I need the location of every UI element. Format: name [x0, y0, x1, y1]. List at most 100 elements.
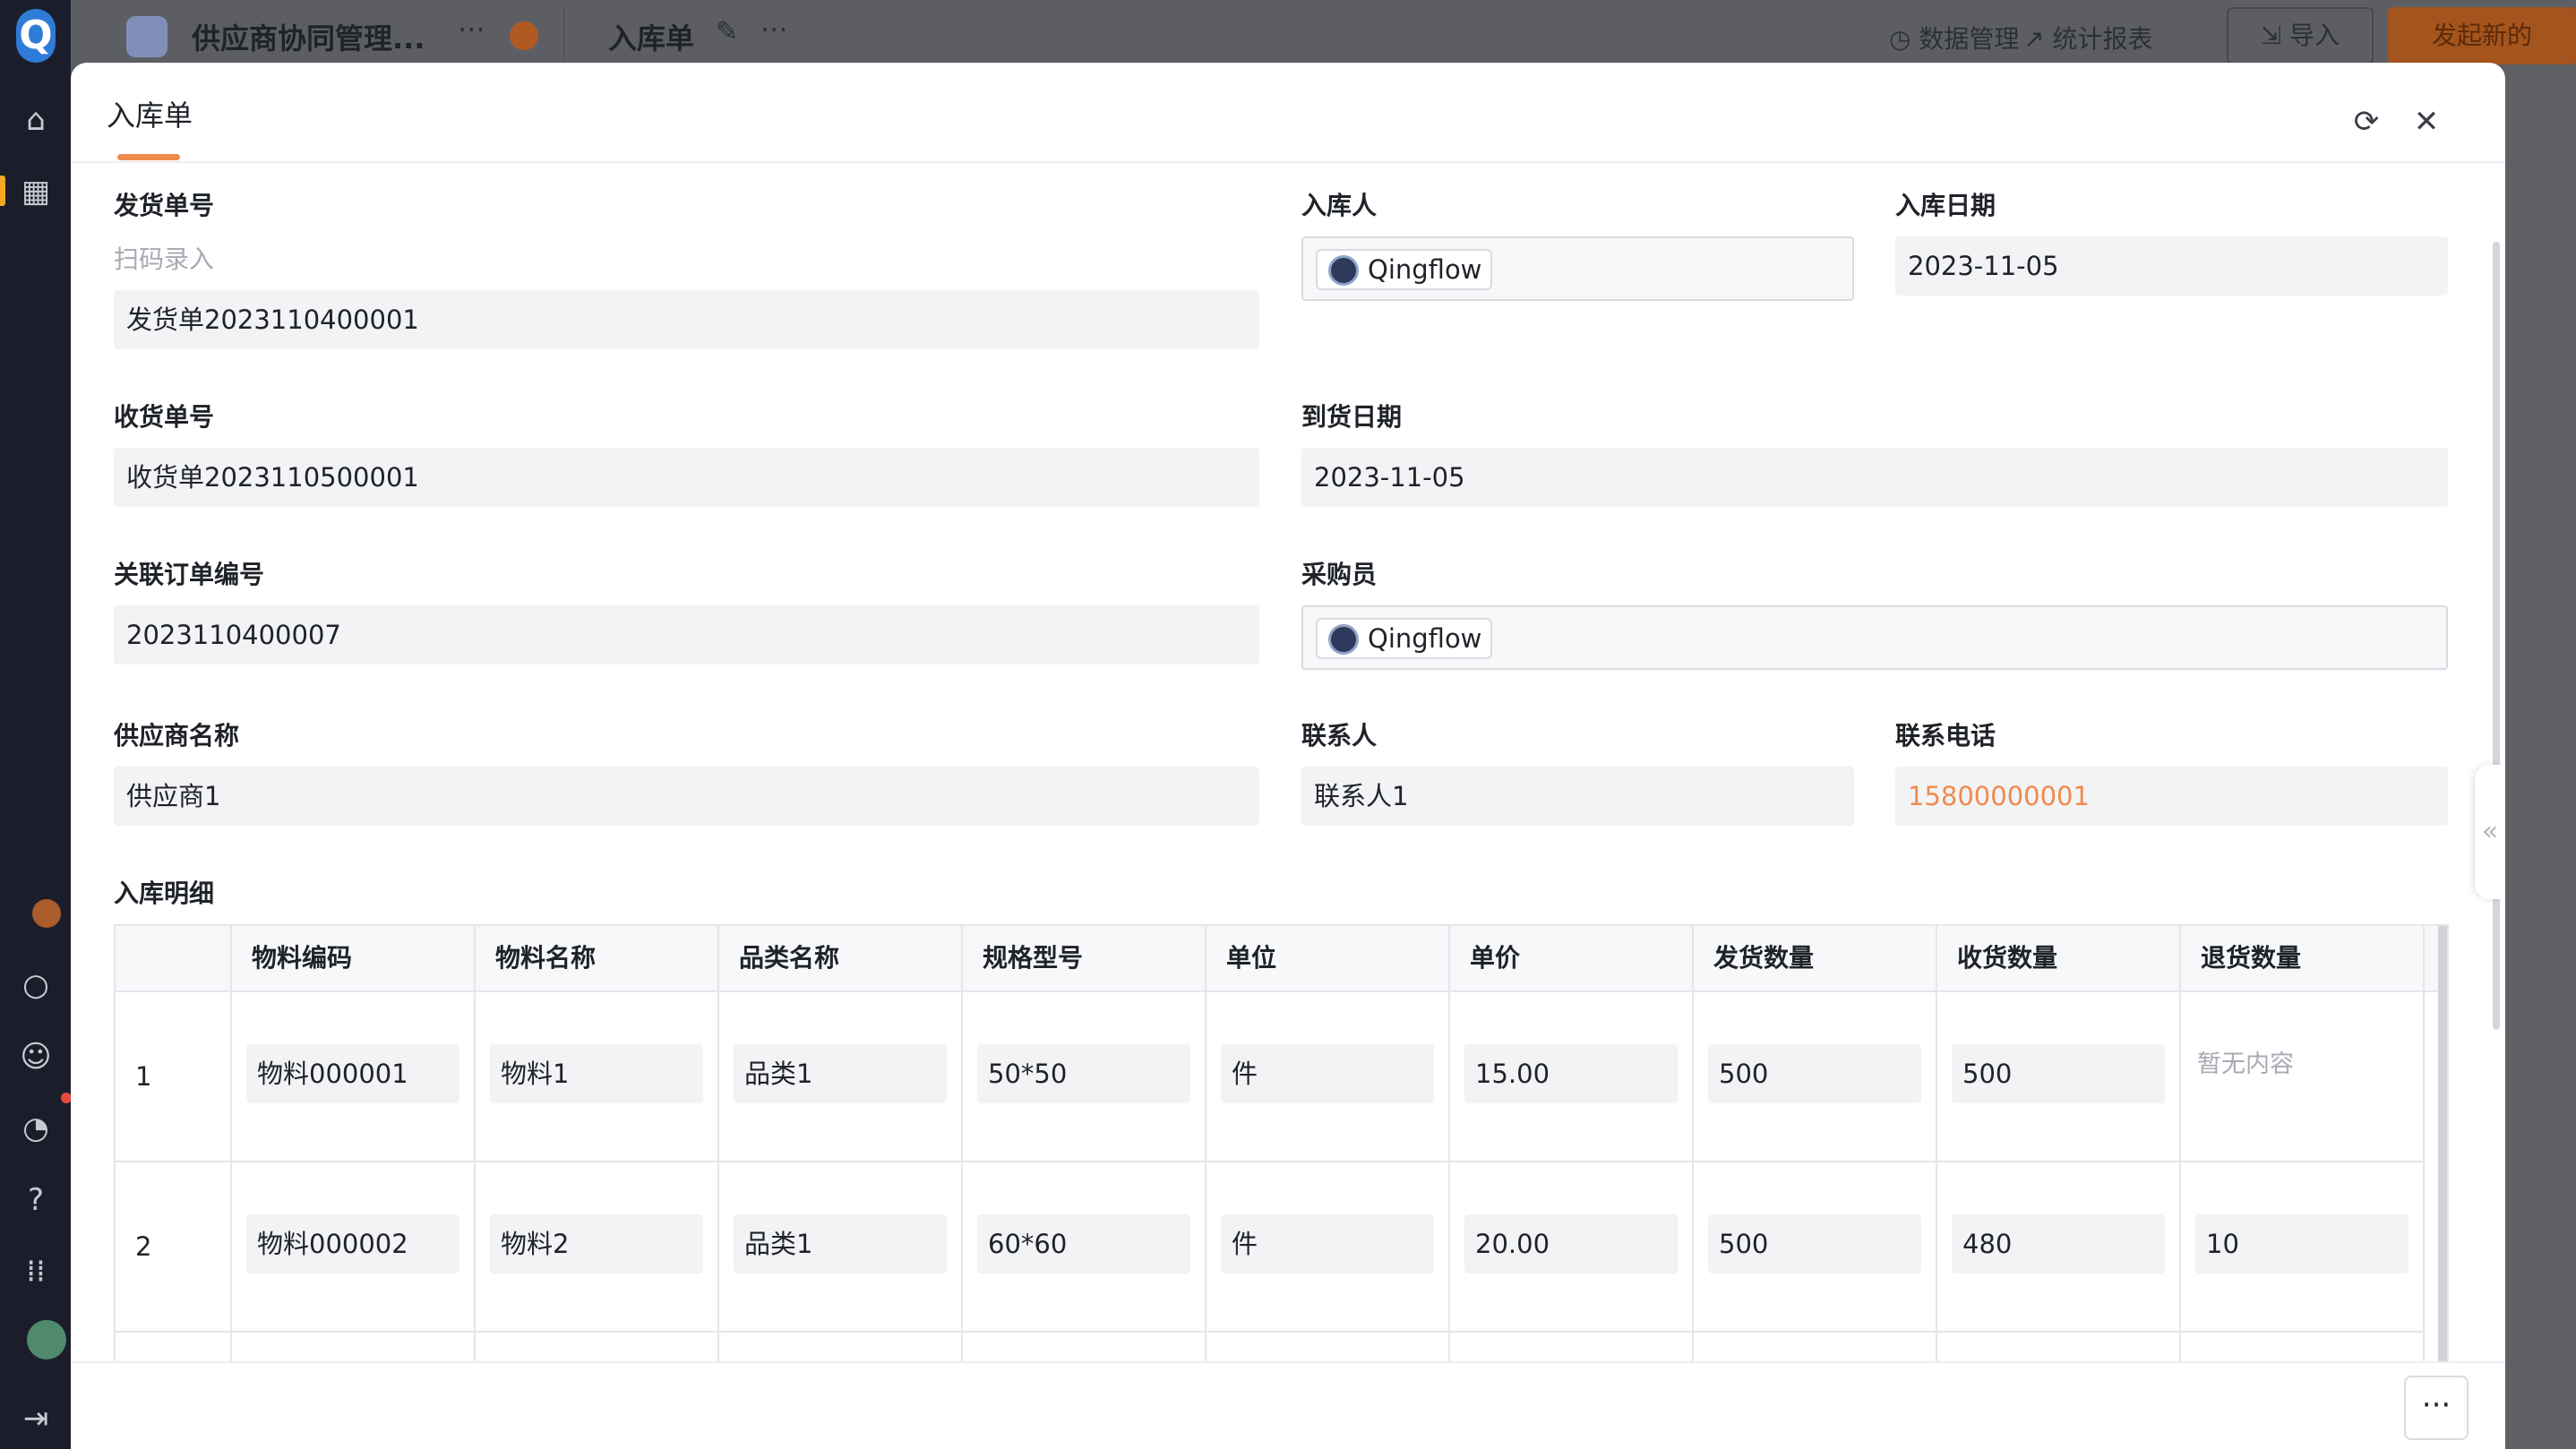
add-app-icon[interactable] [32, 899, 61, 928]
column-header: 单价 [1450, 926, 1694, 992]
stats-report-link[interactable]: ↗ 统计报表 [2023, 20, 2152, 56]
form-title[interactable]: 入库单 [608, 16, 694, 57]
cell-input[interactable]: 品类1 [734, 1044, 947, 1103]
cell-input[interactable]: 物料000001 [246, 1044, 459, 1103]
user-avatar[interactable] [27, 1320, 66, 1359]
cell-input[interactable]: 10 [2195, 1214, 2409, 1273]
table-horizontal-scrollbar[interactable] [2438, 926, 2447, 1374]
user-avatar-icon [1328, 255, 1359, 286]
app-more-icon[interactable]: ··· [458, 13, 485, 47]
column-header: 退货数量 [2181, 926, 2425, 992]
top-bar: 供应商协同管理... ··· 入库单 ✎ ··· ◷ 数据管理 ↗ 统计报表 ⇲… [71, 0, 2576, 72]
receiver-field[interactable]: Qingflow [1301, 236, 1854, 301]
contact-field[interactable]: 联系人1 [1301, 767, 1854, 826]
import-button[interactable]: ⇲ 导入 [2227, 7, 2374, 64]
data-manage-link[interactable]: ◷ 数据管理 [1889, 20, 2019, 56]
refresh-icon[interactable]: ⟳ [2347, 102, 2386, 141]
cell-input[interactable]: 15.00 [1464, 1044, 1678, 1103]
table-cell: 品类1 [719, 1162, 963, 1333]
table-cell: 品类1 [719, 992, 963, 1162]
cell-input[interactable]: 500 [1708, 1214, 1921, 1273]
empty-placeholder: 暂无内容 [2197, 1050, 2294, 1078]
table-cell: 20.00 [1450, 1162, 1694, 1333]
table-row-index: 2 [116, 1162, 232, 1333]
table-cell: 500 [1937, 992, 2181, 1162]
help-icon[interactable]: ? [16, 1180, 56, 1220]
table-cell: 件 [1206, 1162, 1450, 1333]
in-date-field[interactable]: 2023-11-05 [1895, 236, 2448, 296]
modal-footer: ··· [71, 1361, 2505, 1449]
arrive-date-field[interactable]: 2023-11-05 [1301, 448, 2448, 507]
cell-input[interactable]: 500 [1708, 1044, 1921, 1103]
cell-input[interactable]: 50*50 [977, 1044, 1190, 1103]
table-cell: 物料000002 [232, 1162, 476, 1333]
table-cell: 50*50 [963, 992, 1206, 1162]
table-cell: 10 [2181, 1162, 2425, 1333]
modal-scrollbar[interactable] [2493, 242, 2500, 1030]
add-icon[interactable] [510, 21, 538, 50]
receipt-no-field[interactable]: 收货单2023110500001 [114, 448, 1259, 507]
order-no-label: 关联订单编号 [114, 560, 265, 589]
buyer-label: 采购员 [1301, 560, 1378, 589]
chart-icon: ↗ [2023, 24, 2053, 54]
modal-header: 入库单 ⟳ ✕ [71, 63, 2505, 163]
cell-input[interactable]: 500 [1952, 1044, 2165, 1103]
bell-icon[interactable]: ◔ [16, 1109, 56, 1148]
scan-hint: 扫码录入 [114, 244, 215, 274]
phone-field[interactable]: 15800000001 [1895, 767, 2448, 826]
cell-input[interactable]: 20.00 [1464, 1214, 1678, 1273]
table-cell: 500 [1694, 1162, 1937, 1333]
home-icon[interactable]: ⌂ [16, 100, 56, 140]
cell-input[interactable]: 品类1 [734, 1214, 947, 1273]
dashboard-icon: ◷ [1889, 24, 1919, 54]
new-record-button[interactable]: 发起新的 [2388, 7, 2576, 64]
wrench-icon[interactable]: ✎ [716, 16, 738, 47]
close-icon[interactable]: ✕ [2407, 102, 2446, 141]
ship-no-label: 发货单号 [114, 191, 215, 220]
collapse-side-panel-icon[interactable]: « [2475, 765, 2505, 899]
cell-input[interactable]: 件 [1221, 1044, 1434, 1103]
supplier-label: 供应商名称 [114, 721, 240, 750]
modal-title[interactable]: 入库单 [107, 93, 193, 134]
table-cell: 60*60 [963, 1162, 1206, 1333]
table-cell: 暂无内容 [2181, 992, 2425, 1162]
apps-grid-icon[interactable]: ▦ [16, 172, 56, 211]
table-cell: 物料1 [476, 992, 719, 1162]
buyer-field[interactable]: Qingflow [1301, 605, 2448, 670]
app-logo[interactable]: Q [16, 9, 56, 63]
arrive-date-label: 到货日期 [1301, 402, 1403, 432]
user-avatar-icon [1328, 624, 1359, 655]
in-date-label: 入库日期 [1895, 191, 1996, 220]
left-rail: Q ⌂ ▦ ○ ☺ ◔ ? ⁞⁞ ⇥ [0, 0, 72, 1449]
column-header: 物料名称 [476, 926, 719, 992]
active-indicator [0, 176, 5, 206]
cell-input[interactable]: 60*60 [977, 1214, 1190, 1273]
cell-input[interactable]: 480 [1952, 1214, 2165, 1273]
import-icon: ⇲ [2260, 21, 2290, 50]
more-apps-icon[interactable]: ⁞⁞ [16, 1252, 56, 1291]
contact-label: 联系人 [1301, 721, 1378, 750]
buyer-user-chip[interactable]: Qingflow [1316, 618, 1493, 659]
receiver-label: 入库人 [1301, 191, 1378, 220]
cell-input[interactable]: 件 [1221, 1214, 1434, 1273]
cell-input[interactable]: 物料1 [490, 1044, 703, 1103]
search-icon[interactable]: ○ [16, 965, 56, 1005]
cell-input[interactable]: 物料2 [490, 1214, 703, 1273]
contacts-icon[interactable]: ☺ [16, 1037, 56, 1076]
form-more-icon[interactable]: ··· [760, 13, 788, 47]
supplier-field[interactable]: 供应商1 [114, 767, 1259, 826]
order-no-field[interactable]: 2023110400007 [114, 605, 1259, 664]
column-header: 单位 [1206, 926, 1450, 992]
ship-no-field[interactable]: 发货单2023110400001 [114, 290, 1259, 349]
receipt-no-label: 收货单号 [114, 402, 215, 432]
expand-sidebar-icon[interactable]: ⇥ [16, 1399, 56, 1438]
more-actions-button[interactable]: ··· [2404, 1376, 2469, 1440]
receiver-user-chip[interactable]: Qingflow [1316, 249, 1493, 290]
table-cell: 件 [1206, 992, 1450, 1162]
app-title[interactable]: 供应商协同管理... [192, 16, 425, 57]
cell-input[interactable]: 物料000002 [246, 1214, 459, 1273]
column-header: 物料编码 [232, 926, 476, 992]
detail-label: 入库明细 [114, 879, 215, 908]
phone-label: 联系电话 [1895, 721, 1996, 750]
column-header: 规格型号 [963, 926, 1206, 992]
